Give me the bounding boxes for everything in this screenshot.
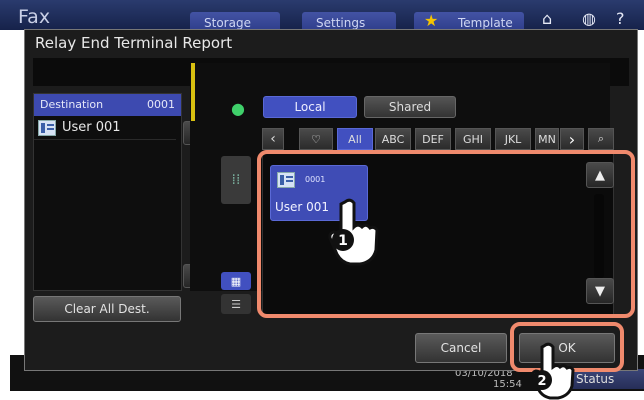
index-all[interactable]: All bbox=[337, 128, 373, 150]
app-title: Fax bbox=[18, 6, 51, 28]
star-icon: ★ bbox=[424, 11, 439, 30]
index-ghi[interactable]: GHI bbox=[455, 128, 491, 150]
favorites-heart-icon[interactable]: ♡ bbox=[299, 128, 333, 150]
list-view-icon[interactable]: ☰ bbox=[221, 294, 251, 314]
tab-shared[interactable]: Shared bbox=[364, 96, 456, 118]
cancel-button[interactable]: Cancel bbox=[415, 333, 507, 363]
active-tab-indicator bbox=[191, 63, 195, 121]
dialog-title: Relay End Terminal Report bbox=[35, 34, 233, 52]
fax-icon bbox=[38, 119, 56, 136]
destination-header-label: Destination bbox=[40, 98, 104, 111]
destination-item[interactable]: User 001 bbox=[34, 116, 176, 140]
destination-item-label: User 001 bbox=[62, 120, 121, 135]
index-def[interactable]: DEF bbox=[415, 128, 451, 150]
help-icon[interactable]: ? bbox=[616, 9, 625, 28]
clock: 03/10/2018 15:54 bbox=[455, 368, 522, 390]
tile-view-icon[interactable]: ▦ bbox=[221, 272, 251, 290]
keypad-icon[interactable]: ⁞⁞ bbox=[221, 156, 251, 204]
index-prev-button[interactable]: ‹ bbox=[262, 128, 284, 150]
destination-header: Destination 0001 bbox=[34, 94, 181, 116]
step-2-number: 2 bbox=[537, 374, 546, 389]
index-abc[interactable]: ABC bbox=[375, 128, 411, 150]
step-1-highlight bbox=[257, 150, 635, 318]
globe-icon[interactable]: ◍ bbox=[582, 9, 596, 28]
search-icon[interactable]: ⌕ bbox=[588, 128, 614, 150]
destination-list: Destination 0001 User 001 bbox=[33, 93, 182, 291]
person-icon[interactable]: ● bbox=[223, 96, 253, 120]
pointer-hand-icon-2: 2 bbox=[531, 342, 575, 400]
home-icon[interactable]: ⌂ bbox=[542, 9, 552, 28]
tab-local[interactable]: Local bbox=[263, 96, 357, 118]
clear-all-dest-button[interactable]: Clear All Dest. bbox=[33, 296, 181, 322]
app-top-bar: Fax Storage Settings Template ★ ⌂ ◍ ? bbox=[0, 0, 644, 34]
index-jkl[interactable]: JKL bbox=[495, 128, 531, 150]
destination-count: 0001 bbox=[147, 98, 175, 111]
index-mn[interactable]: MN bbox=[535, 128, 559, 150]
status-button[interactable]: Status bbox=[568, 369, 644, 389]
step-1-number: 1 bbox=[338, 233, 348, 249]
pointer-hand-icon-1: 1 bbox=[328, 198, 379, 266]
index-next-button[interactable]: › bbox=[560, 128, 584, 150]
time-text: 15:54 bbox=[493, 379, 522, 390]
